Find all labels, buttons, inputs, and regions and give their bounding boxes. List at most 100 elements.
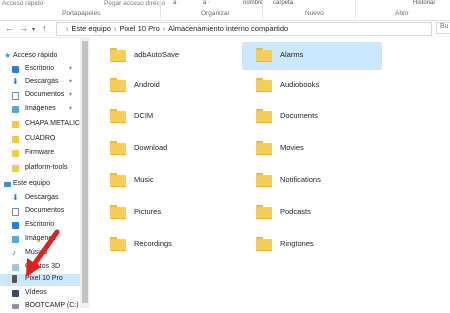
sidebar-item-label: Escritorio [25, 221, 55, 228]
sidebar-item-3d-objects[interactable]: Objetos 3D [0, 262, 80, 274]
sidebar-item-label: Documentos [25, 207, 65, 214]
folder-icon [110, 205, 126, 219]
copy-to-button[interactable]: a · [203, 0, 210, 8]
folder-tile[interactable]: Audiobooks [242, 72, 382, 100]
desktop-icon [12, 66, 19, 73]
folder-tile[interactable]: Ringtones [242, 231, 382, 259]
folder-name: Ringtones [280, 239, 314, 248]
sidebar-item-videos[interactable]: Vídeos [0, 288, 80, 300]
folder-tile[interactable]: Recordings [96, 231, 236, 259]
move-to-button[interactable]: a · [173, 0, 180, 8]
sidebar-item-music[interactable]: ♪ Música [0, 248, 80, 260]
paste-shortcut-button[interactable]: Pegar acceso directo [104, 0, 165, 7]
pin-icon: ✦ [68, 66, 74, 72]
folder-tile[interactable]: Music [96, 167, 236, 195]
folder-name: Audiobooks [280, 80, 320, 89]
recent-locations-icon[interactable]: ▾ [32, 25, 35, 35]
folder-icon [256, 109, 272, 123]
folder-tile[interactable]: Pictures [96, 199, 236, 227]
breadcrumb-separator-icon[interactable]: › [163, 26, 165, 33]
pin-icon: ✦ [68, 92, 74, 98]
sidebar-item-quick-access[interactable]: ★ Acceso rápido [0, 51, 80, 63]
sidebar-item-bootcamp-drive[interactable]: BOOTCAMP (C:) [0, 301, 80, 313]
search-input[interactable]: Bu [436, 22, 450, 34]
up-icon[interactable]: ↑ [42, 23, 47, 33]
history-button[interactable]: Historial [413, 0, 435, 8]
folder-view: adbAutoSave Alarms Android Audiobooks DC… [90, 37, 450, 308]
sidebar-scrollbar-thumb[interactable] [82, 41, 88, 303]
address-bar[interactable]: › Este equipo › Pixel 10 Pro › Almacenamiento… [56, 22, 432, 36]
pc-icon [4, 182, 11, 187]
sidebar-item-desktop[interactable]: Escritorio ✦ [0, 64, 80, 76]
breadcrumb-this-pc[interactable]: Este equipo [71, 24, 111, 33]
group-clipboard: Portapapeles [62, 10, 101, 17]
breadcrumb-separator-icon[interactable]: › [66, 26, 68, 33]
folder-name: Pictures [134, 207, 162, 216]
folder-tile[interactable]: Alarms [242, 42, 382, 70]
folder-icon [110, 48, 126, 62]
sidebar-item-pixel-10-pro[interactable]: Pixel 10 Pro [0, 274, 80, 286]
quick-access-pin-label[interactable]: Acceso rápido [2, 0, 43, 7]
rename-button[interactable]: nombre [243, 0, 263, 8]
breadcrumb-storage[interactable]: Almacenamiento interno compartido [168, 24, 288, 33]
star-icon: ★ [4, 51, 12, 60]
sidebar-item-label: CHAPA METALICA [25, 120, 85, 127]
folder-icon [110, 78, 126, 92]
ribbon: Acceso rápido Pegar acceso directo a · a… [0, 0, 450, 21]
folder-icon [12, 121, 19, 128]
sidebar-item-cuadro[interactable]: CUADRO [0, 134, 80, 146]
sidebar-item-label: Descargas [25, 194, 59, 201]
sidebar-item-downloads-pc[interactable]: ⬇ Descargas [0, 193, 80, 205]
folder-icon [12, 136, 19, 143]
group-new: Nuevo [305, 10, 324, 17]
folder-icon [12, 150, 19, 157]
back-icon[interactable]: ← [5, 23, 14, 33]
sidebar-item-documents[interactable]: Documentos ✦ [0, 90, 80, 102]
group-open: Abrir [395, 10, 409, 17]
folder-tile[interactable]: Podcasts [242, 199, 382, 227]
folder-tile[interactable]: Android [96, 72, 236, 100]
breadcrumb: › Este equipo › Pixel 10 Pro › Almacenamiento… [63, 24, 288, 33]
documents-icon [12, 92, 19, 100]
sidebar-item-label: CUADRO [25, 135, 56, 142]
drive-icon [12, 304, 19, 309]
sidebar-item-label: platform-tools [25, 164, 68, 171]
folder-icon [256, 173, 272, 187]
folder-name: Movies [280, 143, 304, 152]
sidebar-item-images-pc[interactable]: Imágenes [0, 234, 80, 246]
sidebar-item-images[interactable]: Imágenes ✦ [0, 104, 80, 116]
download-icon: ⬇ [12, 193, 19, 202]
address-row: ← → ▾ ↑ › Este equipo › Pixel 10 Pro › Almace… [0, 21, 450, 38]
breadcrumb-device[interactable]: Pixel 10 Pro [119, 24, 159, 33]
sidebar-item-documents-pc[interactable]: Documentos [0, 206, 80, 218]
folder-name: DCIM [134, 111, 154, 120]
sidebar-item-chapa-metalica[interactable]: CHAPA METALICA [0, 119, 85, 131]
folder-tile[interactable]: Download [96, 135, 236, 163]
sidebar-item-downloads[interactable]: ⬇ Descargas ✦ [0, 77, 80, 89]
sidebar-item-firmware[interactable]: Firmware [0, 148, 80, 160]
folder-tile[interactable]: Movies [242, 135, 382, 163]
sidebar-item-label: Documentos [25, 91, 65, 98]
folder-icon [110, 109, 126, 123]
folder-tile[interactable]: DCIM [96, 103, 236, 131]
forward-icon[interactable]: → [19, 23, 28, 33]
folder-icon [256, 141, 272, 155]
folder-name: Documents [280, 111, 318, 120]
folder-icon [256, 205, 272, 219]
folder-tile[interactable]: Documents [242, 103, 382, 131]
sidebar-item-label: Este equipo [13, 180, 50, 187]
ribbon-divider [160, 0, 161, 19]
sidebar-scrollbar[interactable] [80, 37, 90, 308]
new-folder-button[interactable]: carpeta [273, 0, 293, 8]
sidebar-item-label: Imágenes [25, 235, 56, 242]
pin-icon: ✦ [68, 106, 74, 112]
breadcrumb-separator-icon[interactable]: › [114, 26, 116, 33]
sidebar-item-label: Escritorio [25, 65, 55, 72]
images-icon [12, 236, 19, 243]
sidebar-item-this-pc[interactable]: Este equipo [0, 179, 80, 191]
folder-icon [110, 237, 126, 251]
sidebar-item-desktop-pc[interactable]: Escritorio [0, 220, 80, 232]
folder-tile[interactable]: Notifications [242, 167, 382, 195]
sidebar-item-platform-tools[interactable]: platform-tools [0, 163, 80, 175]
folder-tile[interactable]: adbAutoSave [96, 42, 236, 70]
